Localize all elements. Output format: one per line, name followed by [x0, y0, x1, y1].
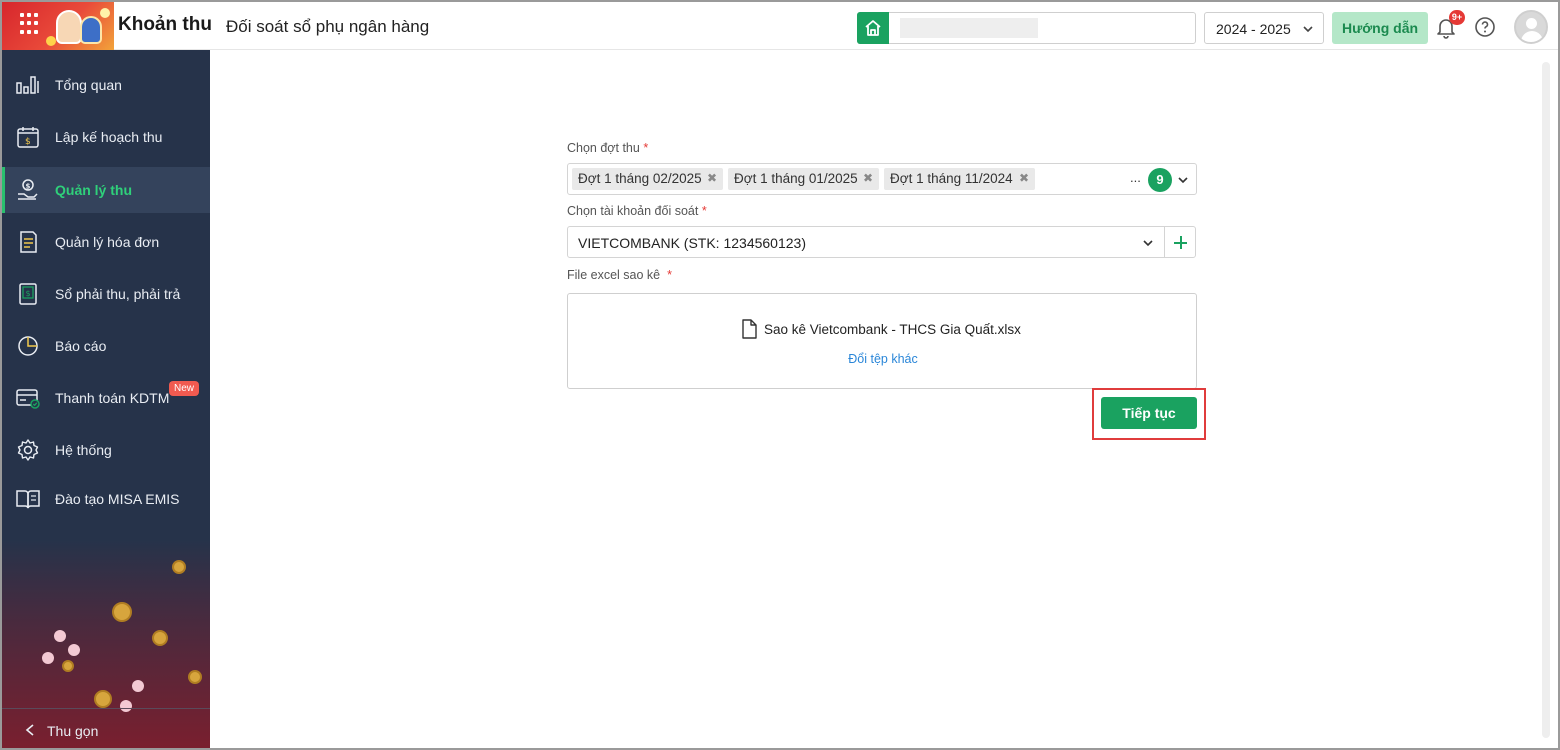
continue-button[interactable]: Tiếp tục — [1101, 397, 1197, 429]
page-title: Đối soát sổ phụ ngân hàng — [226, 17, 430, 36]
notification-badge: 9+ — [1449, 10, 1465, 25]
account-value: VIETCOMBANK (STK: 1234560123) — [578, 235, 806, 251]
period-multiselect[interactable]: Đợt 1 tháng 02/2025 ✖ Đợt 1 tháng 01/2025… — [567, 163, 1197, 195]
sidebar-item-label: Thanh toán KDTM — [55, 390, 170, 406]
remove-tag-icon[interactable]: ✖ — [863, 171, 873, 185]
sidebar: Tổng quan $ Lập kế hoạch thu $ Quản lý t… — [2, 50, 210, 748]
selected-count-badge: 9 — [1148, 168, 1172, 192]
remove-tag-icon[interactable]: ✖ — [707, 171, 717, 185]
sidebar-item-reports[interactable]: Báo cáo — [2, 323, 210, 369]
sidebar-item-label: Quản lý thu — [55, 182, 132, 198]
ledger-icon: $ — [19, 283, 37, 305]
file-dropzone[interactable]: Sao kê Vietcombank - THCS Gia Quất.xlsx … — [567, 293, 1197, 389]
chevron-left-icon — [25, 724, 34, 736]
school-selector[interactable] — [857, 12, 1196, 44]
sidebar-item-training[interactable]: Đào tạo MISA EMIS — [2, 476, 210, 522]
account-select[interactable]: VIETCOMBANK (STK: 1234560123) — [567, 226, 1165, 258]
sidebar-item-label: Báo cáo — [55, 338, 107, 354]
sidebar-item-label: Tổng quan — [55, 77, 122, 93]
sidebar-item-label: Đào tạo MISA EMIS — [55, 491, 180, 507]
home-icon — [857, 12, 889, 44]
svg-text:$: $ — [25, 137, 31, 147]
vertical-scrollbar[interactable] — [1542, 62, 1550, 738]
period-field-label: Chọn đợt thu * — [567, 141, 649, 155]
chevron-down-icon — [1143, 240, 1153, 247]
decor-flower — [46, 36, 56, 46]
sidebar-item-label: Lập kế hoạch thu — [55, 129, 163, 145]
new-badge: New — [169, 381, 200, 396]
help-icon[interactable] — [1474, 16, 1496, 38]
sidebar-item-invoices[interactable]: Quản lý hóa đơn — [2, 219, 210, 265]
app-window: Khoản thu Đối soát sổ phụ ngân hàng 2024… — [0, 0, 1560, 750]
book-icon — [16, 490, 40, 509]
sidebar-item-label: Sổ phải thu, phải trả — [55, 286, 181, 302]
user-avatar[interactable] — [1514, 10, 1548, 44]
decor-flower — [100, 8, 110, 18]
calendar-money-icon: $ — [17, 127, 39, 148]
sidebar-item-label: Quản lý hóa đơn — [55, 234, 160, 250]
collapse-sidebar-button[interactable]: Thu gọn — [2, 708, 210, 748]
sidebar-item-system[interactable]: Hệ thống — [2, 427, 210, 473]
app-launcher-icon[interactable] — [20, 13, 42, 35]
chevron-down-icon[interactable] — [1176, 173, 1190, 187]
account-field-label: Chọn tài khoản đối soát * — [567, 204, 707, 218]
more-tags-ellipsis: ... — [1130, 170, 1141, 185]
change-file-link-text[interactable]: Đổi tệp khác — [848, 352, 917, 366]
collapse-label: Thu gọn — [47, 723, 99, 739]
mascot-image-2 — [80, 16, 102, 44]
file-field-label: File excel sao kê * — [567, 268, 672, 282]
app-title: Khoản thu — [118, 14, 212, 35]
period-tag: Đợt 1 tháng 02/2025 ✖ — [572, 168, 723, 190]
school-year-value: 2024 - 2025 — [1216, 21, 1291, 37]
file-icon — [742, 319, 757, 339]
school-year-select[interactable]: 2024 - 2025 — [1204, 12, 1324, 44]
top-bar: Khoản thu Đối soát sổ phụ ngân hàng 2024… — [2, 2, 1558, 50]
change-file-link: Đổi tệp khác — [568, 352, 1198, 366]
remove-tag-icon[interactable]: ✖ — [1019, 171, 1029, 185]
sidebar-item-label: Hệ thống — [55, 442, 112, 458]
invoice-icon — [20, 231, 37, 253]
sidebar-item-plan[interactable]: $ Lập kế hoạch thu — [2, 114, 210, 160]
svg-text:$: $ — [26, 289, 31, 298]
add-account-button[interactable] — [1164, 226, 1196, 258]
file-name: Sao kê Vietcombank - THCS Gia Quất.xlsx — [764, 322, 1021, 337]
card-payment-icon — [16, 389, 40, 409]
logo-banner — [2, 2, 114, 50]
chevron-down-icon — [1303, 26, 1313, 33]
hand-coin-icon: $ — [18, 179, 38, 200]
guide-button[interactable]: Hướng dẫn — [1332, 12, 1428, 44]
period-tag: Đợt 1 tháng 11/2024 ✖ — [884, 168, 1035, 190]
pie-chart-icon — [18, 336, 38, 356]
sidebar-item-ledger[interactable]: $ Sổ phải thu, phải trả — [2, 271, 210, 317]
bar-chart-icon — [16, 76, 39, 94]
school-name-redacted — [900, 18, 1038, 38]
sidebar-item-overview[interactable]: Tổng quan — [2, 62, 210, 108]
mascot-image — [56, 10, 82, 44]
svg-text:$: $ — [26, 183, 31, 191]
period-tag: Đợt 1 tháng 01/2025 ✖ — [728, 168, 879, 190]
gear-icon — [17, 439, 39, 461]
sidebar-item-collection[interactable]: $ Quản lý thu — [2, 167, 210, 213]
